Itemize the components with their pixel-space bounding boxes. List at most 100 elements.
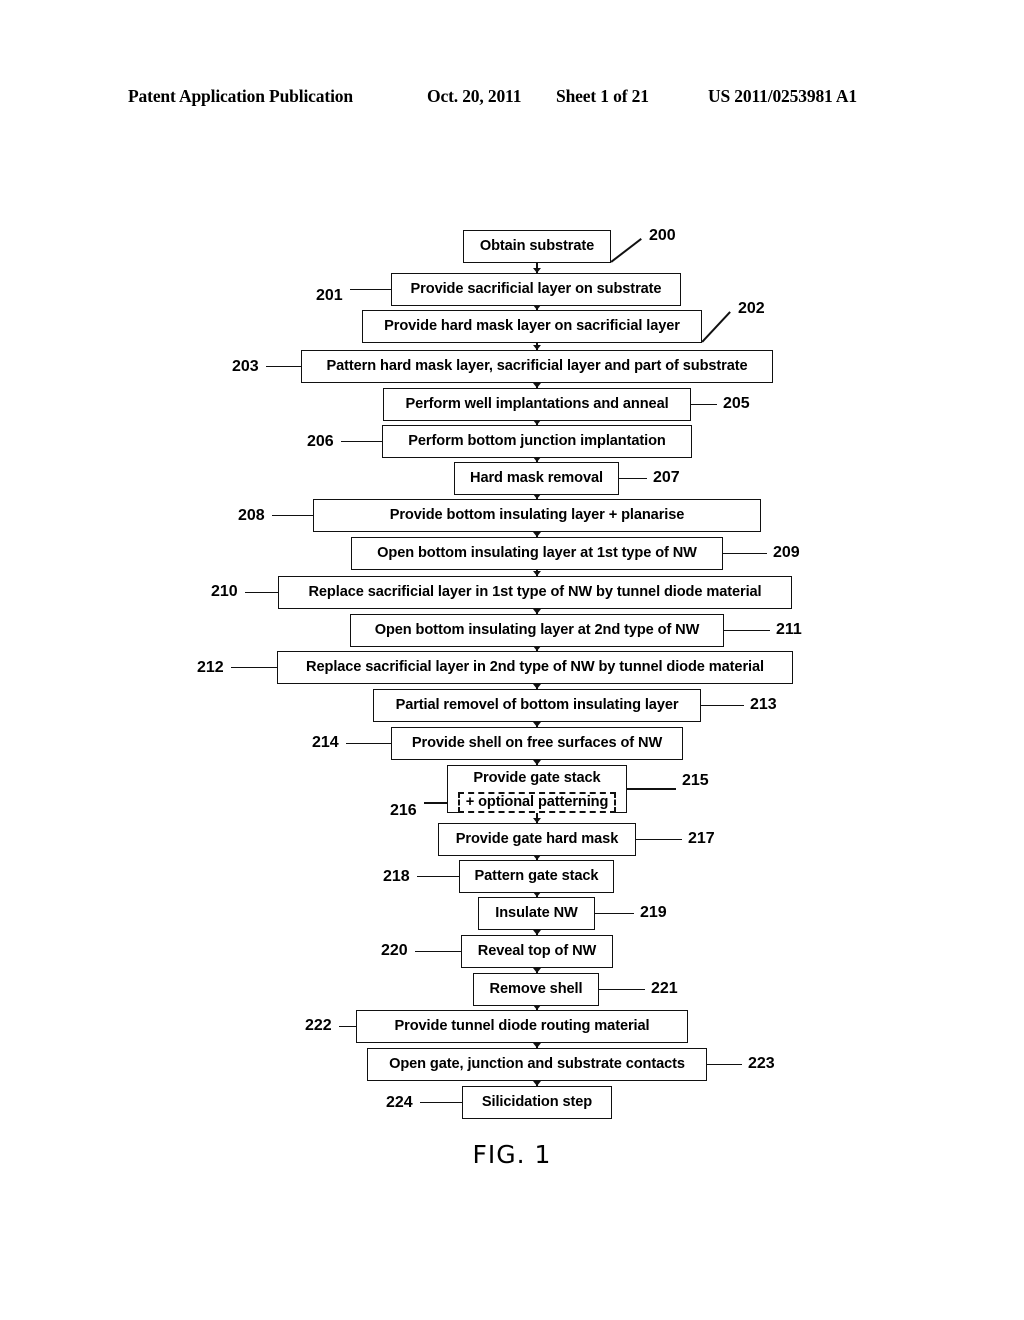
flow-connector-arrow bbox=[533, 968, 541, 973]
reference-numeral-208: 208 bbox=[238, 507, 265, 524]
process-step-212: Replace sacrificial layer in 2nd type of… bbox=[277, 651, 793, 684]
leader-line-205 bbox=[691, 403, 717, 406]
leader-line-214 bbox=[345, 742, 391, 745]
process-step-201: Provide sacrificial layer on substrate bbox=[391, 273, 681, 306]
leader-line-207 bbox=[619, 477, 647, 480]
flow-connector-arrow bbox=[533, 1081, 541, 1086]
process-step-209: Open bottom insulating layer at 1st type… bbox=[351, 537, 723, 570]
reference-numeral-222: 222 bbox=[305, 1017, 332, 1034]
leader-line-224 bbox=[419, 1101, 462, 1104]
flow-connector-arrow bbox=[533, 383, 541, 388]
reference-numeral-210: 210 bbox=[211, 583, 238, 600]
flow-connector-arrow bbox=[533, 609, 541, 614]
process-step-label-217: Provide gate hard mask bbox=[455, 831, 619, 848]
reference-numeral-211: 211 bbox=[776, 621, 802, 638]
reference-numeral-220: 220 bbox=[381, 942, 408, 959]
process-step-label-218: Pattern gate stack bbox=[474, 868, 599, 885]
process-step-213: Partial removel of bottom insulating lay… bbox=[373, 689, 701, 722]
leader-line-212 bbox=[230, 666, 277, 669]
process-step-label-207: Hard mask removal bbox=[470, 470, 603, 487]
reference-numeral-223: 223 bbox=[748, 1055, 775, 1072]
reference-numeral-214: 214 bbox=[312, 734, 339, 751]
leader-line-210 bbox=[244, 591, 278, 594]
leader-line-221 bbox=[599, 988, 645, 991]
flow-connector-arrow bbox=[533, 457, 541, 462]
reference-numeral-213: 213 bbox=[750, 696, 777, 713]
leader-line-206 bbox=[340, 440, 382, 443]
reference-numeral-212: 212 bbox=[197, 659, 224, 676]
process-step-label-211: Open bottom insulating layer at 2nd type… bbox=[374, 622, 700, 639]
flow-connector-arrow bbox=[533, 1043, 541, 1048]
flow-connector-arrow bbox=[533, 268, 541, 273]
reference-numeral-202: 202 bbox=[738, 300, 765, 317]
process-step-label-223: Open gate, junction and substrate contac… bbox=[389, 1056, 685, 1073]
process-step-label-201: Provide sacrificial layer on substrate bbox=[410, 281, 662, 298]
flow-connector-arrow bbox=[533, 345, 541, 350]
process-step-label-224: Silicidation step bbox=[481, 1094, 593, 1111]
leader-line-211 bbox=[724, 629, 770, 632]
process-step-214: Provide shell on free surfaces of NW bbox=[391, 727, 683, 760]
reference-numeral-218: 218 bbox=[383, 868, 410, 885]
flow-connector-arrow bbox=[533, 1005, 541, 1010]
flow-connector-arrow bbox=[533, 892, 541, 897]
reference-numeral-217: 217 bbox=[688, 830, 715, 847]
process-step-label-214: Provide shell on free surfaces of NW bbox=[411, 735, 663, 752]
process-step-210: Replace sacrificial layer in 1st type of… bbox=[278, 576, 792, 609]
flow-connector-arrow bbox=[533, 930, 541, 935]
flow-connector-arrow bbox=[533, 494, 541, 499]
flow-connector-arrow bbox=[533, 532, 541, 537]
process-step-202: Provide hard mask layer on sacrificial l… bbox=[362, 310, 702, 343]
process-step-203: Pattern hard mask layer, sacrificial lay… bbox=[301, 350, 773, 383]
process-step-label-219: Insulate NW bbox=[495, 905, 578, 922]
process-step-222: Provide tunnel diode routing material bbox=[356, 1010, 688, 1043]
reference-numeral-206: 206 bbox=[307, 433, 334, 450]
process-step-label-210: Replace sacrificial layer in 1st type of… bbox=[308, 584, 762, 601]
leader-line-213 bbox=[701, 704, 744, 707]
leader-line-219 bbox=[595, 912, 634, 915]
leader-line-218 bbox=[416, 875, 459, 878]
process-step-220: Reveal top of NW bbox=[461, 935, 613, 968]
process-step-label-200: Obtain substrate bbox=[479, 238, 595, 255]
reference-numeral-207: 207 bbox=[653, 469, 680, 486]
reference-numeral-200: 200 bbox=[649, 227, 676, 244]
process-step-label-209: Open bottom insulating layer at 1st type… bbox=[377, 545, 697, 562]
reference-numeral-219: 219 bbox=[640, 904, 667, 921]
process-step-label-220: Reveal top of NW bbox=[477, 943, 597, 960]
reference-numeral-216: 216 bbox=[390, 802, 417, 819]
flow-connector-arrow bbox=[533, 305, 541, 310]
process-step-217: Provide gate hard mask bbox=[438, 823, 636, 856]
leader-line-202 bbox=[701, 311, 731, 343]
leader-line-217 bbox=[636, 838, 682, 841]
reference-numeral-209: 209 bbox=[773, 544, 800, 561]
process-step-205: Perform well implantations and anneal bbox=[383, 388, 691, 421]
flow-connector-arrow bbox=[533, 760, 541, 765]
leader-line-223 bbox=[707, 1063, 742, 1066]
leader-line-203 bbox=[265, 365, 301, 368]
reference-numeral-203: 203 bbox=[232, 358, 259, 375]
process-step-211: Open bottom insulating layer at 2nd type… bbox=[350, 614, 724, 647]
process-step-200: Obtain substrate bbox=[463, 230, 611, 263]
flow-connector-arrow bbox=[533, 818, 541, 823]
process-step-206: Perform bottom junction implantation bbox=[382, 425, 692, 458]
flow-connector-arrow bbox=[533, 571, 541, 576]
leader-line-222 bbox=[338, 1025, 356, 1028]
process-step-label-202: Provide hard mask layer on sacrificial l… bbox=[384, 318, 680, 335]
process-step-label-205: Perform well implantations and anneal bbox=[405, 396, 669, 413]
leader-line-216 bbox=[423, 802, 447, 804]
process-flowchart: Obtain substrate Provide sacrificial laye… bbox=[0, 0, 1024, 1320]
leader-line-209 bbox=[723, 552, 767, 555]
process-step-label-203: Pattern hard mask layer, sacrificial lay… bbox=[326, 358, 748, 375]
reference-numeral-205: 205 bbox=[723, 395, 750, 412]
process-substep-216: + optional patterning bbox=[457, 791, 617, 814]
process-step-218: Pattern gate stack bbox=[459, 860, 614, 893]
process-step-label-221: Remove shell bbox=[489, 981, 583, 998]
reference-numeral-201: 201 bbox=[316, 287, 343, 304]
process-step-215: Provide gate stack + optional patterning bbox=[447, 765, 627, 814]
reference-numeral-215: 215 bbox=[682, 772, 709, 789]
process-step-label-212: Replace sacrificial layer in 2nd type of… bbox=[306, 659, 764, 676]
flow-connector-arrow bbox=[533, 855, 541, 860]
process-step-208: Provide bottom insulating layer + planar… bbox=[313, 499, 761, 532]
process-step-label-222: Provide tunnel diode routing material bbox=[394, 1018, 650, 1035]
leader-line-200 bbox=[610, 238, 642, 263]
figure-caption: FIG. 1 bbox=[472, 1140, 552, 1169]
